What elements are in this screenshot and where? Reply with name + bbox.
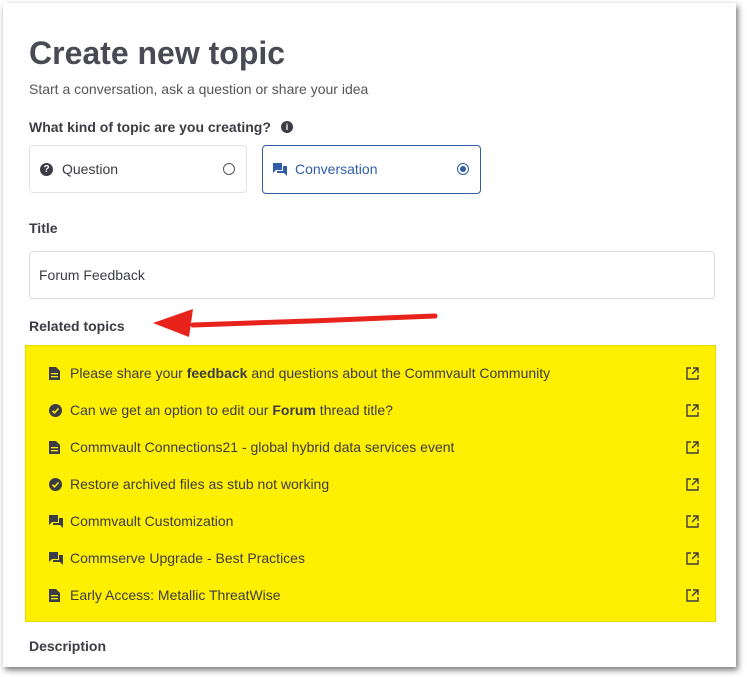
related-topic-item[interactable]: Commserve Upgrade - Best Practices	[26, 541, 715, 578]
title-input[interactable]	[29, 251, 715, 299]
related-topic-text: Restore archived files as stub not worki…	[70, 476, 330, 492]
related-topic-item[interactable]: Commvault Customization	[26, 504, 715, 541]
page-title: Create new topic	[29, 35, 286, 71]
related-topic-text: thread title?	[315, 402, 393, 418]
related-topics-list: Please share your feedback and questions…	[25, 345, 716, 622]
related-topic-text: Can we get an option to edit our	[70, 402, 273, 418]
related-topic-title[interactable]: Please share your feedback and questions…	[70, 365, 550, 381]
description-label: Description	[29, 638, 107, 654]
related-topic-title[interactable]: Commvault Connections21 - global hybrid …	[70, 439, 454, 455]
info-icon[interactable]: i	[281, 121, 293, 133]
check-circle-icon	[49, 478, 62, 491]
related-topic-match: Forum	[272, 402, 316, 418]
external-link-icon[interactable]	[686, 367, 699, 380]
external-link-icon[interactable]	[686, 441, 699, 454]
check-circle-icon	[49, 404, 62, 417]
related-topics-label: Related topics	[29, 318, 125, 334]
topic-kind-label: What kind of topic are you creating?	[29, 119, 271, 135]
topic-kind-conversation-label: Conversation	[295, 161, 378, 177]
related-topic-title[interactable]: Can we get an option to edit our Forum t…	[70, 402, 393, 418]
question-icon: ?	[40, 163, 53, 176]
conversation-icon	[49, 552, 63, 565]
related-topic-text: Commserve Upgrade - Best Practices	[70, 550, 305, 566]
related-topic-match: feedback	[186, 365, 248, 381]
related-topic-title[interactable]: Restore archived files as stub not worki…	[70, 476, 329, 492]
related-topic-text: Commvault Connections21 - global hybrid …	[70, 439, 455, 455]
conversation-icon	[49, 515, 63, 528]
page-subtitle: Start a conversation, ask a question or …	[29, 81, 369, 97]
related-topic-text: Commvault Customization	[70, 513, 234, 529]
external-link-icon[interactable]	[686, 478, 699, 491]
related-topic-item[interactable]: Commvault Connections21 - global hybrid …	[26, 430, 715, 467]
related-topic-title[interactable]: Commserve Upgrade - Best Practices	[70, 550, 305, 566]
conversation-radio[interactable]	[457, 163, 469, 175]
related-topic-title[interactable]: Early Access: Metallic ThreatWise	[70, 587, 281, 603]
topic-kind-question[interactable]: ? Question	[29, 145, 247, 193]
external-link-icon[interactable]	[686, 589, 699, 602]
title-label: Title	[29, 220, 58, 236]
related-topic-text: Please share your	[70, 365, 187, 381]
document-icon	[49, 589, 62, 602]
external-link-icon[interactable]	[686, 515, 699, 528]
conversation-icon	[273, 163, 287, 181]
document-icon	[49, 367, 62, 380]
related-topic-title[interactable]: Commvault Customization	[70, 513, 233, 529]
topic-kind-conversation[interactable]: Conversation	[262, 145, 481, 194]
external-link-icon[interactable]	[686, 404, 699, 417]
topic-kind-question-label: Question	[62, 161, 119, 177]
related-topic-text: Early Access: Metallic ThreatWise	[70, 587, 281, 603]
related-topic-item[interactable]: Can we get an option to edit our Forum t…	[26, 393, 715, 430]
related-topic-item[interactable]: Early Access: Metallic ThreatWise	[26, 578, 715, 615]
document-icon	[49, 441, 62, 454]
related-topic-item[interactable]: Please share your feedback and questions…	[26, 356, 715, 393]
question-radio[interactable]	[223, 163, 235, 175]
external-link-icon[interactable]	[686, 552, 699, 565]
create-topic-panel: Create new topic Start a conversation, a…	[3, 3, 736, 667]
related-topic-item[interactable]: Restore archived files as stub not worki…	[26, 467, 715, 504]
related-topic-text: and questions about the Commvault Commun…	[247, 365, 551, 381]
